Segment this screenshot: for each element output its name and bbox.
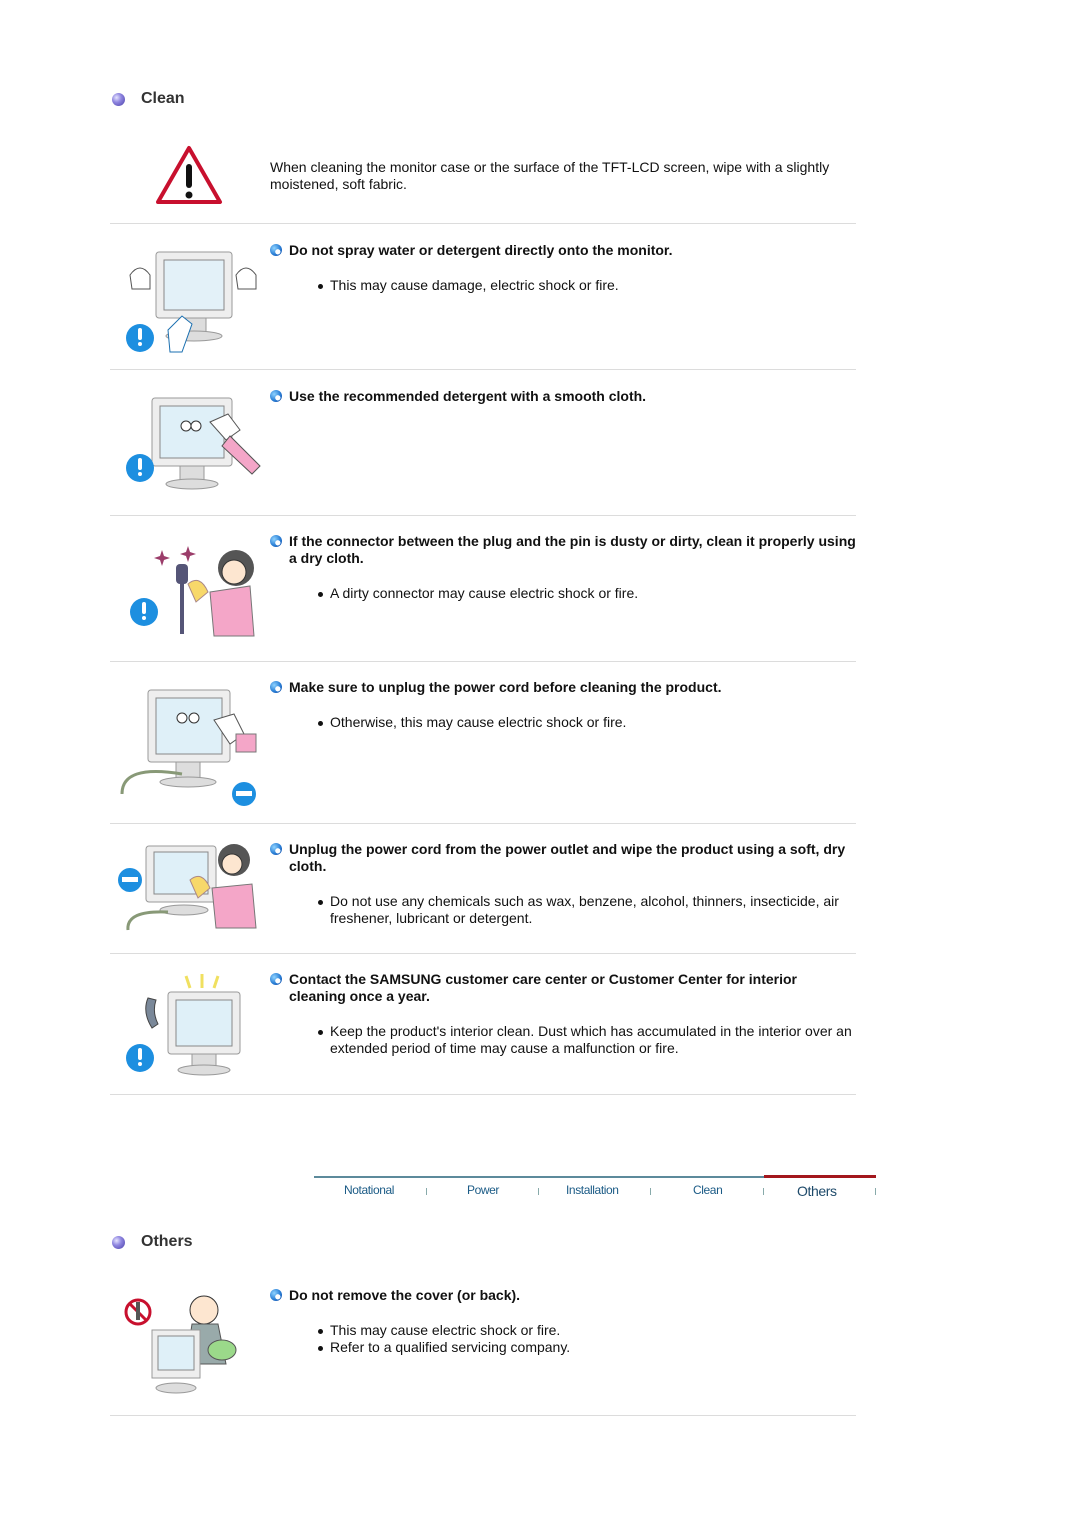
clean-plug-illustration xyxy=(118,540,268,660)
clean-item-row: Do not spray water or detergent directly… xyxy=(110,224,856,370)
item-bullet-icon xyxy=(270,390,282,402)
item-bullet-icon xyxy=(270,244,282,256)
nav-item-others[interactable]: Others xyxy=(797,1183,837,1199)
nav-line xyxy=(314,1176,764,1178)
wipe-monitor-illustration xyxy=(118,386,268,506)
item-heading-text: Do not remove the cover (or back). xyxy=(289,1287,521,1303)
section-title-others: Others xyxy=(112,1233,193,1251)
others-item-row: Do not remove the cover (or back). This … xyxy=(110,1270,856,1416)
unplug-before-cleaning-illustration xyxy=(118,684,268,814)
clean-item-row: Unplug the power cord from the power out… xyxy=(110,824,856,954)
item-heading: Do not remove the cover (or back). xyxy=(270,1287,856,1304)
nav-separator xyxy=(650,1188,651,1195)
item-bullets: This may cause damage, electric shock or… xyxy=(270,277,856,294)
clean-item-row: Make sure to unplug the power cord befor… xyxy=(110,662,856,824)
bullet-item: Otherwise, this may cause electric shock… xyxy=(318,714,856,731)
bullet-item: Keep the product's interior clean. Dust … xyxy=(318,1023,856,1057)
no-disassembly-illustration xyxy=(118,1290,268,1400)
wipe-dry-cloth-illustration xyxy=(118,840,268,940)
section-title-text: Clean xyxy=(141,90,185,107)
nav-separator xyxy=(875,1188,876,1195)
clean-item-row: Use the recommended detergent with a smo… xyxy=(110,370,856,516)
spray-monitor-illustration xyxy=(118,240,268,360)
item-bullets: Do not use any chemicals such as wax, be… xyxy=(270,893,856,927)
bullet-item: This may cause damage, electric shock or… xyxy=(318,277,856,294)
item-heading-text: Unplug the power cord from the power out… xyxy=(289,841,846,874)
nav-active-indicator xyxy=(764,1175,876,1178)
item-heading: Unplug the power cord from the power out… xyxy=(270,841,856,875)
item-heading: Do not spray water or detergent directly… xyxy=(270,242,856,259)
nav-item-installation[interactable]: Installation xyxy=(566,1183,619,1197)
clean-item-row: Contact the SAMSUNG customer care center… xyxy=(110,954,856,1095)
section-nav-bar: Notational Power Installation Clean Othe… xyxy=(314,1175,876,1205)
bullet-item: Refer to a qualified servicing company. xyxy=(318,1339,856,1356)
item-bullet-icon xyxy=(270,1289,282,1301)
bullet-item: A dirty connector may cause electric sho… xyxy=(318,585,856,602)
item-heading-text: Use the recommended detergent with a smo… xyxy=(289,388,647,404)
nav-separator xyxy=(763,1188,764,1195)
item-bullets: Keep the product's interior clean. Dust … xyxy=(270,1023,856,1057)
item-bullets: Otherwise, this may cause electric shock… xyxy=(270,714,856,731)
nav-item-notational[interactable]: Notational xyxy=(344,1183,394,1197)
item-heading-text: Do not spray water or detergent directly… xyxy=(289,242,673,258)
item-bullet-icon xyxy=(270,843,282,855)
nav-item-power[interactable]: Power xyxy=(467,1183,499,1197)
item-heading-text: Contact the SAMSUNG customer care center… xyxy=(289,971,797,1004)
bullet-item: Do not use any chemicals such as wax, be… xyxy=(318,893,856,927)
warning-triangle-icon xyxy=(154,144,224,206)
call-service-illustration xyxy=(118,972,268,1082)
section-bullet-icon xyxy=(112,1235,125,1249)
item-heading-text: Make sure to unplug the power cord befor… xyxy=(289,679,722,695)
item-bullet-icon xyxy=(270,973,282,985)
item-bullets: A dirty connector may cause electric sho… xyxy=(270,585,856,602)
item-bullet-icon xyxy=(270,681,282,693)
bullet-item: This may cause electric shock or fire. xyxy=(318,1322,856,1339)
clean-intro-row: When cleaning the monitor case or the su… xyxy=(110,130,856,224)
item-heading: Make sure to unplug the power cord befor… xyxy=(270,679,856,696)
item-heading-text: If the connector between the plug and th… xyxy=(289,533,856,566)
nav-separator xyxy=(426,1188,427,1195)
clean-intro-text: When cleaning the monitor case or the su… xyxy=(270,159,830,192)
item-bullets: This may cause electric shock or fire. R… xyxy=(270,1322,856,1356)
clean-item-row: If the connector between the plug and th… xyxy=(110,516,856,662)
item-heading: Contact the SAMSUNG customer care center… xyxy=(270,971,856,1005)
section-bullet-icon xyxy=(112,92,125,106)
nav-separator xyxy=(538,1188,539,1195)
item-heading: If the connector between the plug and th… xyxy=(270,533,856,567)
nav-item-clean[interactable]: Clean xyxy=(693,1183,723,1197)
item-heading: Use the recommended detergent with a smo… xyxy=(270,388,856,405)
item-bullet-icon xyxy=(270,535,282,547)
section-title-text: Others xyxy=(141,1233,193,1250)
section-title-clean: Clean xyxy=(112,90,185,108)
